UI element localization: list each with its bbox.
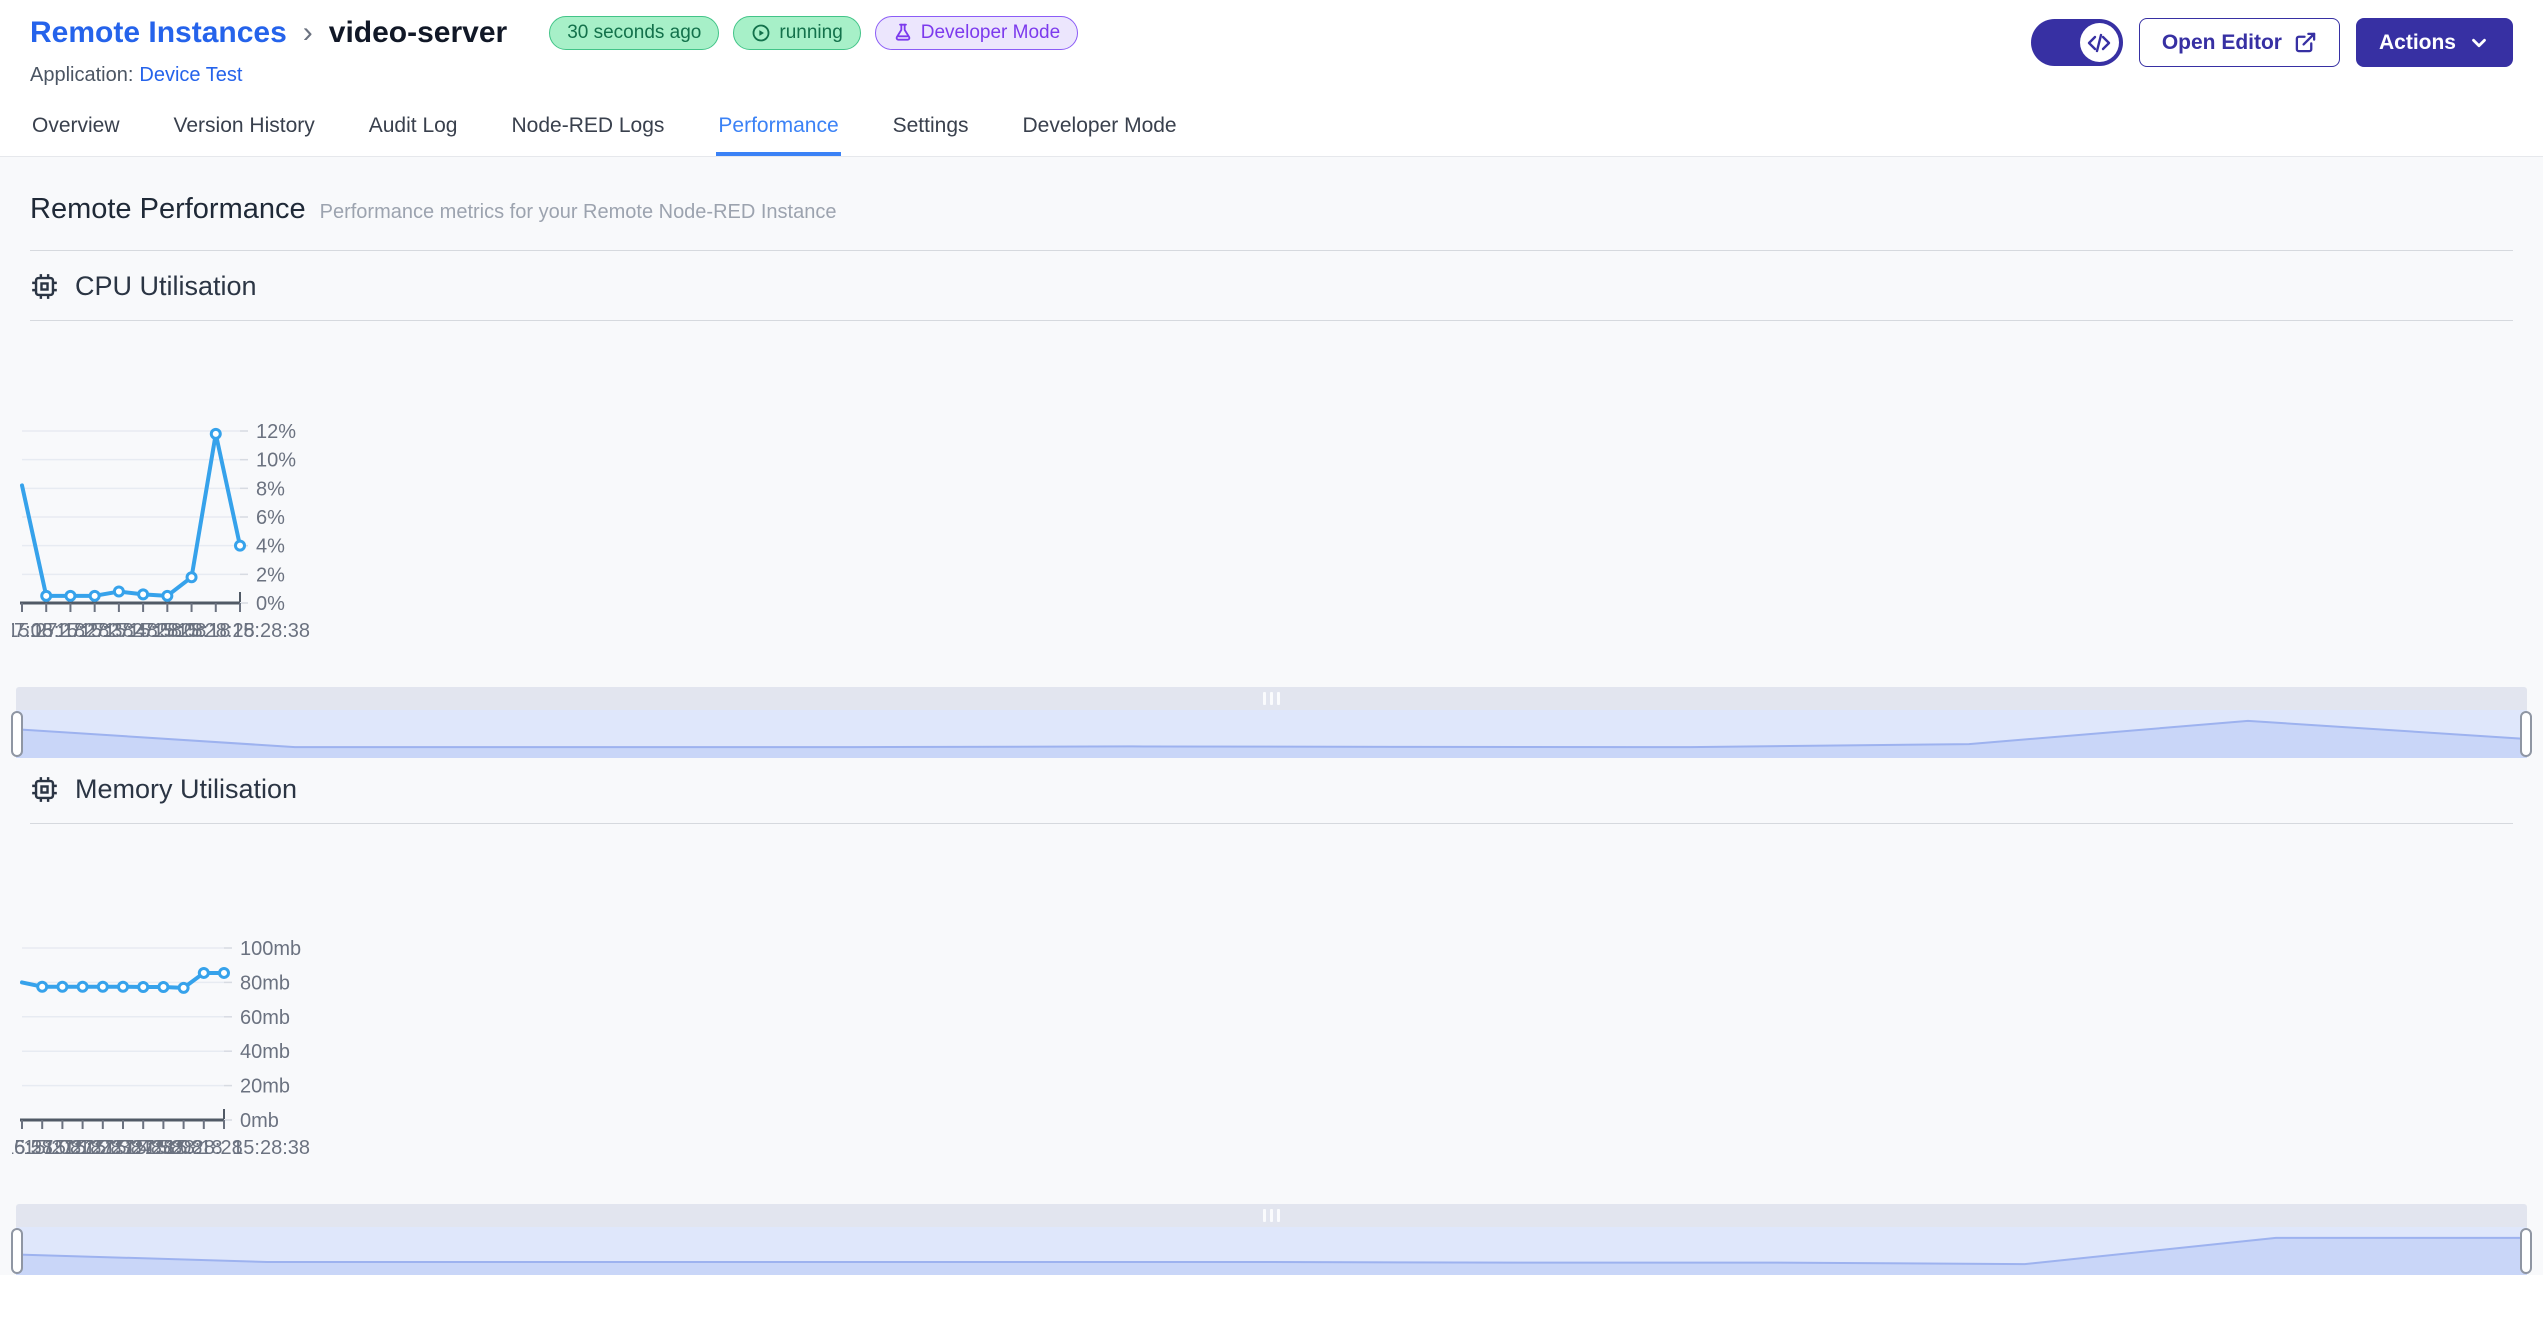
instance-header: Remote Instances › video-server 30 secon… (0, 0, 2543, 95)
developer-mode-label: Developer Mode (920, 22, 1061, 43)
cpu-chart-range-brush[interactable] (11, 687, 2532, 758)
svg-text:60mb: 60mb (240, 1007, 290, 1029)
breadcrumb-remote-instances[interactable]: Remote Instances (30, 16, 287, 50)
svg-text:8%: 8% (256, 478, 285, 500)
cpu-chip-icon (32, 274, 57, 299)
page-title: Remote Performance (30, 193, 306, 225)
svg-text:0%: 0% (256, 593, 285, 615)
instance-tabs: Overview Version History Audit Log Node-… (0, 95, 2543, 157)
last-seen-badge: 30 seconds ago (549, 16, 720, 50)
brush-handle-left[interactable] (11, 1228, 23, 1274)
application-label: Application: (30, 64, 134, 86)
svg-text:12%: 12% (256, 421, 296, 443)
toggle-knob (2079, 23, 2119, 62)
chevron-down-icon (2472, 38, 2486, 47)
actions-button[interactable]: Actions (2355, 18, 2513, 67)
last-seen-label: 30 seconds ago (567, 22, 702, 43)
brush-drag-bar[interactable] (16, 687, 2527, 710)
svg-text:40mb: 40mb (240, 1041, 290, 1063)
memory-brush-minichart (16, 1236, 2527, 1275)
status-label: running (779, 22, 843, 43)
svg-text:4%: 4% (256, 536, 285, 558)
brush-handle-right[interactable] (2520, 711, 2532, 757)
developer-mode-toggle[interactable] (2030, 19, 2123, 66)
brush-handle-right[interactable] (2520, 1228, 2532, 1274)
application-row: Application: Device Test (30, 64, 1078, 87)
divider (30, 320, 2513, 321)
developer-mode-badge: Developer Mode (874, 16, 1079, 50)
tab-version-history[interactable]: Version History (172, 95, 317, 156)
breadcrumb: Remote Instances › video-server 30 secon… (30, 16, 1079, 50)
breadcrumb-current-instance: video-server (328, 16, 508, 49)
svg-text:20mb: 20mb (240, 1076, 290, 1098)
cpu-chip-icon (32, 777, 57, 802)
performance-page: Remote Performance Performance metrics f… (0, 157, 2543, 1275)
chevron-right-icon: › (302, 16, 313, 49)
application-link[interactable]: Device Test (139, 64, 242, 86)
code-icon (2088, 33, 2111, 52)
grip-icon (1263, 692, 1280, 705)
play-circle-icon (752, 24, 770, 42)
divider (30, 823, 2513, 824)
svg-text:15:28:38: 15:28:38 (232, 620, 310, 642)
flask-icon (895, 23, 911, 41)
tab-audit-log[interactable]: Audit Log (367, 95, 460, 156)
svg-text:100mb: 100mb (240, 938, 301, 960)
memory-section-title: Memory Utilisation (75, 774, 298, 804)
page-subtitle: Performance metrics for your Remote Node… (319, 201, 837, 223)
cpu-utilisation-chart: 0%2%4%6%8%10%12%7:0815:27:1815:27:2815:2… (12, 421, 310, 642)
actions-label: Actions (2378, 30, 2456, 54)
brush-track[interactable] (16, 710, 2527, 758)
divider (30, 250, 2513, 251)
tab-developer-mode[interactable]: Developer Mode (1021, 95, 1179, 156)
memory-utilisation-chart: 0mb20mb40mb60mb80mb100mb6:5815:27:0815:2… (12, 938, 310, 1159)
memory-chart-range-brush[interactable] (11, 1204, 2532, 1275)
brush-handle-left[interactable] (11, 711, 23, 757)
grip-icon (1263, 1209, 1280, 1222)
svg-text:10%: 10% (256, 450, 296, 472)
svg-text:15:28:28: 15:28:28 (165, 1137, 243, 1159)
brush-drag-bar[interactable] (16, 1204, 2527, 1227)
svg-text:0mb: 0mb (240, 1110, 279, 1132)
tab-overview[interactable]: Overview (30, 95, 122, 156)
cpu-brush-minichart (16, 719, 2527, 758)
tab-settings[interactable]: Settings (891, 95, 971, 156)
open-editor-button[interactable]: Open Editor (2138, 18, 2340, 67)
brush-track[interactable] (16, 1227, 2527, 1275)
tab-node-red-logs[interactable]: Node-RED Logs (510, 95, 667, 156)
tab-performance[interactable]: Performance (716, 95, 841, 156)
open-editor-label: Open Editor (2161, 30, 2282, 54)
status-badge: running (733, 16, 861, 50)
cpu-section-title: CPU Utilisation (75, 271, 257, 301)
svg-text:2%: 2% (256, 564, 285, 586)
memory-utilisation-section: Memory Utilisation 0mb 20mb 40mb 60mb 80mb 10… (11, 774, 2532, 1275)
svg-text:6%: 6% (256, 507, 285, 529)
cpu-utilisation-section: CPU Utilisation 0% 2% 4% 6% 8% 10% 12% 7:08 15:2… (11, 271, 2532, 758)
external-link-icon (2295, 32, 2316, 53)
svg-text:15:28:38: 15:28:38 (232, 1137, 310, 1159)
svg-text:80mb: 80mb (240, 972, 290, 994)
